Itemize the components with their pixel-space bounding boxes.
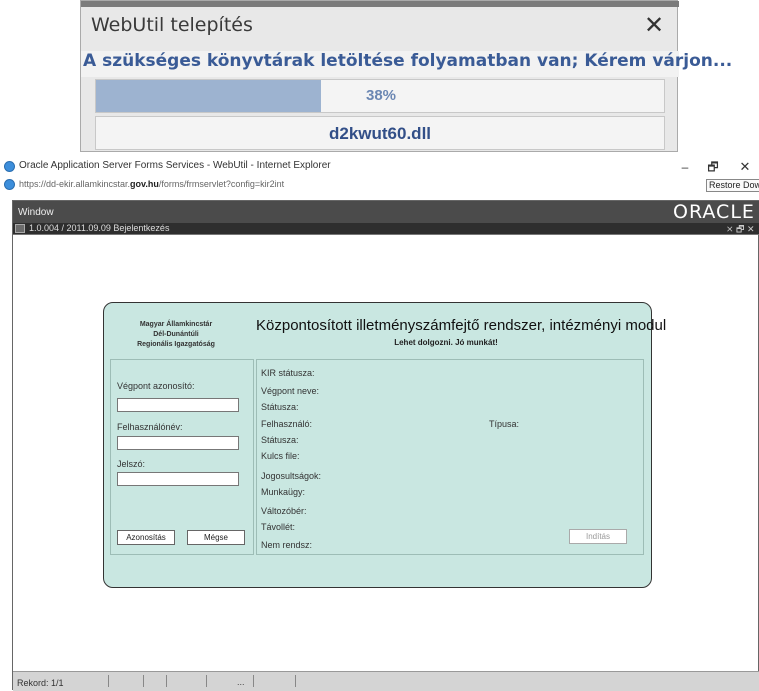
organization-name: Magyar Államkincstár Dél-Dunántúli Regio…: [116, 320, 236, 350]
oracle-logo: ORACLE: [673, 201, 755, 223]
username-input[interactable]: [117, 436, 239, 450]
form-icon: [15, 224, 25, 233]
user-label: Felhasználó:: [261, 419, 313, 429]
dialog-top-strip: [81, 1, 679, 7]
nem-rendsz-label: Nem rendsz:: [261, 540, 313, 550]
current-file: d2kwut60.dll: [95, 116, 665, 150]
key-file-label: Kulcs file:: [261, 451, 300, 461]
url-domain: gov.hu: [130, 179, 159, 189]
kir-status-label: KIR státusza:: [261, 368, 315, 378]
minimize-button[interactable]: –: [672, 158, 698, 176]
forms-applet: Window ORACLE 1.0.004 / 2011.09.09 Bejel…: [12, 200, 759, 691]
url-suffix: /forms/frmservlet?config=kir2int: [158, 179, 285, 189]
form-titlebar: 1.0.004 / 2011.09.09 Bejelentkezés ⨯ 🗗 ✕: [13, 223, 759, 235]
org-line-3: Regionális Igazgatóság: [137, 341, 215, 348]
status-separator: [166, 675, 167, 687]
username-label: Felhasználónév:: [117, 422, 183, 432]
restore-button[interactable]: 🗗: [700, 158, 726, 176]
form-window-controls[interactable]: ⨯ 🗗 ✕: [726, 222, 755, 238]
status-bar: Rekord: 1/1 ...: [13, 671, 759, 691]
status-ellipsis: ...: [237, 677, 245, 687]
status-separator: [295, 675, 296, 687]
vegpont-label: Végpont azonosító:: [117, 381, 195, 391]
password-input[interactable]: [117, 472, 239, 486]
org-line-2: Dél-Dunántúli: [153, 331, 199, 338]
vegpont-input[interactable]: [117, 398, 239, 412]
progress-bar: 38%: [95, 79, 665, 113]
munkaugy-label: Munkaügy:: [261, 487, 306, 497]
org-line-1: Magyar Államkincstár: [139, 321, 213, 328]
status-separator: [143, 675, 144, 687]
dialog-title: WebUtil telepítés: [91, 14, 253, 36]
vegpont-status-label: Státusza:: [261, 402, 299, 412]
ie-logo-icon: [4, 161, 15, 172]
address-bar[interactable]: https://dd-ekir.allamkincstar.gov.hu/for…: [0, 178, 700, 192]
ie-titlebar: Oracle Application Server Forms Services…: [0, 158, 759, 176]
download-message: A szükséges könyvtárak letöltése folyama…: [81, 51, 732, 77]
permissions-label: Jogosultságok:: [261, 471, 322, 481]
record-counter: Rekord: 1/1: [17, 678, 64, 688]
restore-tooltip: Restore Down: [706, 179, 759, 192]
status-separator: [206, 675, 207, 687]
login-panel: Magyar Államkincstár Dél-Dunántúli Regio…: [103, 302, 667, 588]
password-label: Jelszó:: [117, 459, 146, 469]
user-status-label: Státusza:: [261, 435, 299, 445]
webutil-dialog: WebUtil telepítés ✕ A szükséges könyvtár…: [80, 0, 732, 152]
vegpont-name-label: Végpont neve:: [261, 386, 320, 396]
cancel-button[interactable]: Mégse: [187, 530, 245, 545]
auth-button[interactable]: Azonosítás: [117, 530, 175, 545]
status-separator: [253, 675, 254, 687]
url-prefix: https://dd-ekir.allamkincstar.: [19, 179, 131, 189]
ie-page-icon: [4, 179, 15, 190]
status-info-box: KIR státusza: Végpont neve: Státusza: Fe…: [256, 359, 644, 555]
menu-bar: Window ORACLE: [13, 201, 759, 223]
login-fields-box: Végpont azonosító: Felhasználónév: Jelsz…: [110, 359, 254, 555]
user-type-label: Típusa:: [489, 419, 520, 429]
progress-text: 38%: [365, 87, 397, 104]
app-subtitle: Lehet dolgozni. Jó munkát!: [394, 338, 498, 347]
app-title: Központosított illetményszámfejtő rendsz…: [256, 317, 667, 334]
status-separator: [108, 675, 109, 687]
menu-window[interactable]: Window: [18, 207, 54, 218]
close-icon[interactable]: ✕: [641, 13, 667, 39]
window-close-button[interactable]: ✕: [732, 158, 758, 176]
valtozober-label: Változóbér:: [261, 506, 307, 516]
tavollet-label: Távollét:: [261, 522, 296, 532]
form-title: 1.0.004 / 2011.09.09 Bejelentkezés: [29, 223, 170, 233]
window-title: Oracle Application Server Forms Services…: [19, 160, 331, 171]
start-button[interactable]: Indítás: [569, 529, 627, 544]
url-text[interactable]: https://dd-ekir.allamkincstar.gov.hu/for…: [19, 179, 284, 189]
